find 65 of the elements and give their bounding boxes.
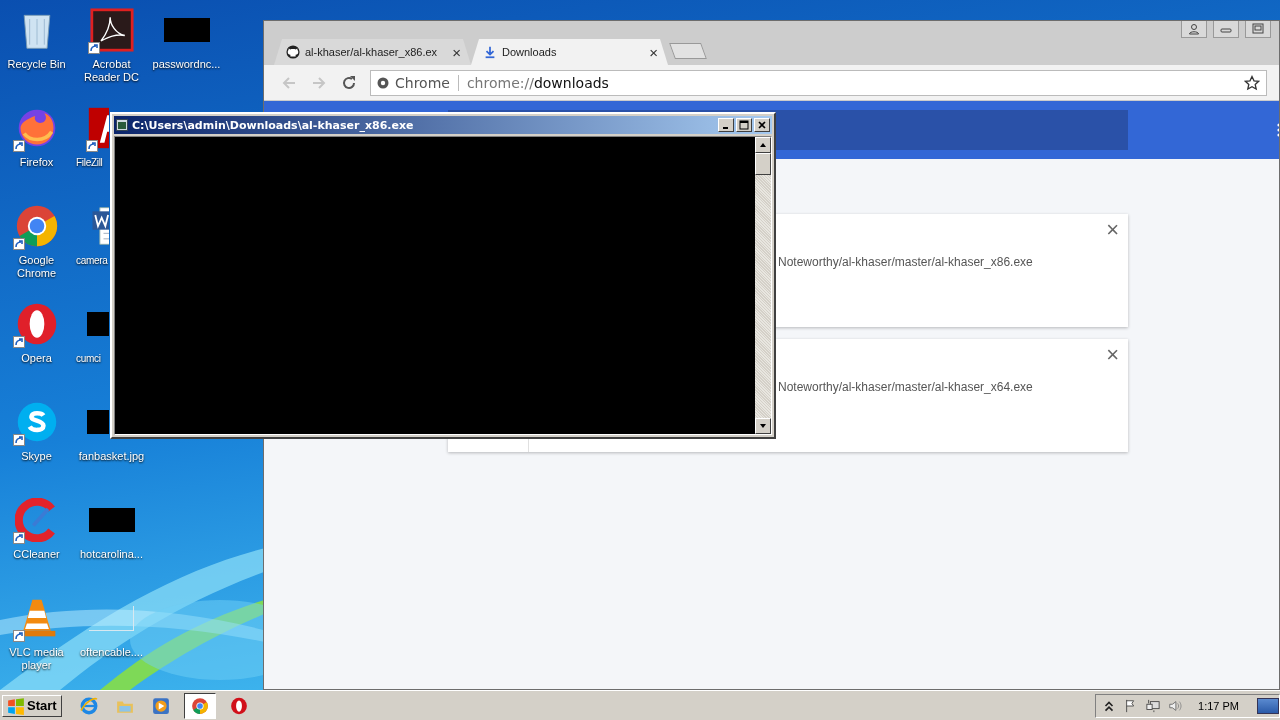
down-arrow-icon[interactable]: [759, 422, 767, 430]
redacted-thumbnail[interactable]: [163, 18, 210, 42]
redacted-thumbnail[interactable]: [88, 508, 135, 532]
window-title: C:\Users\admin\Downloads\al-khaser_x86.exe: [132, 118, 415, 132]
close-icon: [757, 120, 767, 130]
close-tab-button[interactable]: ×: [649, 43, 658, 61]
chrome-logo-icon[interactable]: [14, 204, 59, 248]
pdf-app-icon[interactable]: [89, 8, 134, 52]
blank-thumbnail[interactable]: [89, 605, 134, 631]
desktop-icon-label[interactable]: fanbasket.jpg: [75, 450, 148, 463]
scrollbar-thumb[interactable]: [755, 153, 771, 175]
remove-download-button[interactable]: ×: [1106, 344, 1119, 366]
console-icon: [116, 119, 128, 131]
tab-title: Downloads: [502, 46, 558, 58]
redacted-thumbnail[interactable]: [87, 312, 109, 336]
desktop-icon-label[interactable]: Acrobat Reader DC: [75, 58, 148, 84]
opera-logo-icon: [229, 696, 248, 715]
desktop-icon-label[interactable]: Skype: [0, 450, 73, 463]
tab-title: al-khaser/al-khaser_x86.ex: [305, 46, 439, 58]
redacted-thumbnail[interactable]: [87, 410, 109, 434]
desktop-icon-label[interactable]: camera: [76, 254, 108, 267]
media-player-icon: [151, 696, 170, 715]
chrome-logo-icon: [190, 696, 209, 715]
minimize-icon: [722, 126, 728, 129]
site-label: Chrome: [395, 74, 450, 91]
download-url[interactable]: Noteworthy/al-khaser/master/al-khaser_x64.exe: [778, 380, 1033, 394]
remove-download-button[interactable]: ×: [1106, 219, 1119, 241]
vertical-scrollbar[interactable]: [755, 137, 771, 434]
person-icon: [1188, 23, 1200, 35]
close-button[interactable]: [754, 118, 770, 132]
network-icon[interactable]: [1146, 698, 1161, 713]
desktop-icon-label[interactable]: cumci: [76, 352, 101, 365]
back-arrow-icon: [281, 74, 297, 91]
desktop-icon-label[interactable]: Recycle Bin: [0, 58, 73, 71]
github-cat-icon: [286, 45, 300, 59]
download-icon: [483, 45, 497, 59]
desktop-icon-label[interactable]: Google Chrome: [0, 254, 73, 280]
close-tab-button[interactable]: ×: [452, 43, 461, 61]
download-url[interactable]: Noteworthy/al-khaser/master/al-khaser_x86.exe: [778, 255, 1033, 269]
maximize-icon: [739, 120, 749, 130]
reload-icon: [341, 74, 357, 91]
start-button[interactable]: Start: [2, 694, 62, 717]
desktop-icon-label[interactable]: CCleaner: [0, 548, 73, 561]
browser-tab[interactable]: al-khaser/al-khaser_x86.ex ×: [274, 39, 471, 65]
chrome-logo-icon: [377, 76, 389, 89]
forward-arrow-icon: [311, 74, 327, 91]
show-desktop-button[interactable]: [1257, 697, 1279, 714]
profile-button[interactable]: [1181, 21, 1207, 38]
clock[interactable]: 1:17 PM: [1198, 699, 1239, 712]
browser-tab[interactable]: Downloads ×: [471, 39, 668, 65]
up-arrow-icon[interactable]: [759, 141, 767, 149]
windows-logo-icon: [7, 696, 25, 715]
taskbar-button[interactable]: [183, 692, 216, 719]
address-bar[interactable]: Chrome chrome://downloads: [370, 69, 1267, 96]
desktop-icon-label[interactable]: Firefox: [0, 156, 73, 169]
desktop-icon-label[interactable]: passwordnc...: [150, 58, 223, 71]
desktop-icon-label[interactable]: FileZill: [76, 156, 103, 169]
desktop-icon-label[interactable]: Opera: [0, 352, 73, 365]
url-text: chrome://downloads: [466, 74, 610, 91]
browser-icon: [79, 696, 98, 715]
maximize-button[interactable]: [736, 118, 752, 132]
bookmark-star-icon[interactable]: [1244, 74, 1260, 91]
restore-icon: [1252, 23, 1264, 35]
speaker-icon[interactable]: [1168, 698, 1183, 713]
desktop-icon-label[interactable]: hotcarolina...: [75, 548, 148, 561]
